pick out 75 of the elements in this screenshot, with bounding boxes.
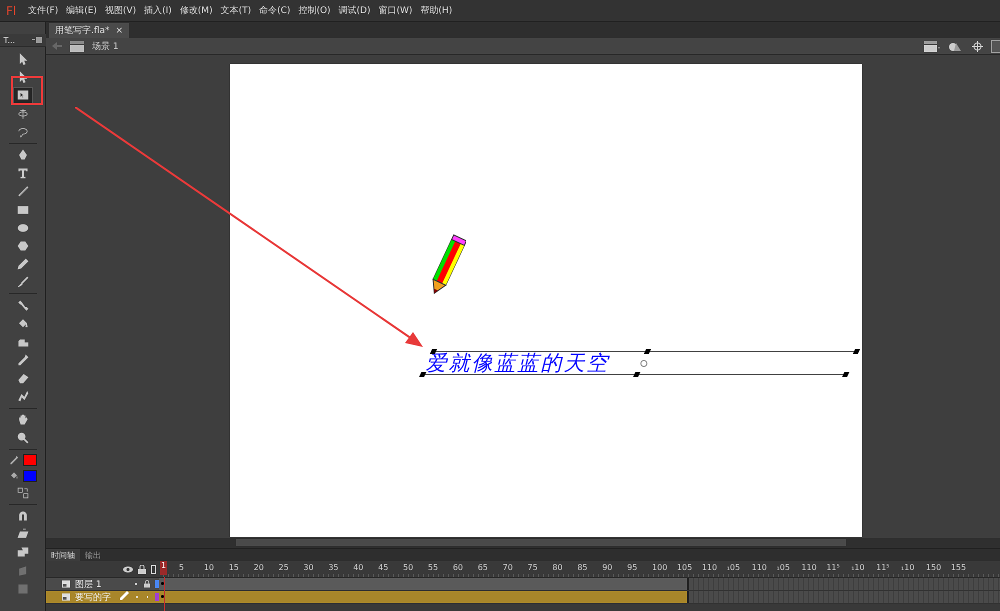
- menu-item[interactable]: 控制(O): [298, 4, 331, 17]
- menu-item[interactable]: 视图(V): [104, 4, 136, 17]
- pencil-icon[interactable]: [8, 454, 20, 466]
- frame-number: 155: [950, 563, 966, 572]
- pivot-point-icon[interactable]: [640, 360, 648, 367]
- frame-number: 11⁵: [826, 563, 840, 572]
- layer-color-icon[interactable]: [155, 593, 159, 601]
- close-icon[interactable]: ×: [116, 26, 124, 36]
- color-swatch[interactable]: [23, 470, 37, 482]
- frame-number: 25: [278, 563, 289, 572]
- frame-number: 5: [178, 563, 184, 572]
- frame-number: 150: [926, 563, 942, 572]
- frame-number: 45: [378, 563, 388, 572]
- frame-number: 30: [303, 563, 314, 572]
- frame-number: 1: [160, 561, 168, 575]
- document-tab[interactable]: 用笔写字.fla* ×: [49, 23, 130, 38]
- frame-number: 110: [702, 563, 718, 572]
- crosshair-icon[interactable]: [972, 40, 983, 52]
- lock-icon[interactable]: [138, 564, 146, 574]
- frame-number: 10: [204, 563, 214, 572]
- frame-number: 85: [577, 563, 588, 572]
- zoom-field[interactable]: [991, 40, 1000, 52]
- layer-color-icon[interactable]: [155, 580, 160, 588]
- layer-icon: [62, 593, 70, 601]
- clapperboard-icon[interactable]: [924, 40, 940, 52]
- menu-item[interactable]: 命令(C): [259, 4, 290, 17]
- menu-item[interactable]: 修改(M): [180, 4, 213, 17]
- panel-menu-icon[interactable]: [32, 37, 42, 43]
- layer-row[interactable]: 图层 1: [46, 578, 1000, 591]
- menu-item[interactable]: 帮助(H): [420, 4, 452, 17]
- frame-number: 105: [676, 563, 692, 572]
- layer-icon: [62, 580, 70, 588]
- frame-number: 70: [502, 563, 513, 572]
- swap-colors-icon[interactable]: [16, 486, 30, 500]
- lock-icon[interactable]: [144, 580, 150, 588]
- shapes-icon[interactable]: [948, 40, 964, 52]
- panel-tab[interactable]: 输出: [80, 549, 106, 561]
- clapperboard-icon: [70, 40, 84, 52]
- panel-tab[interactable]: 时间轴: [46, 549, 80, 561]
- frame-number: 95: [627, 563, 638, 572]
- frame-number: 40: [353, 563, 364, 572]
- stage-text[interactable]: 爱就像蓝蓝的天空: [425, 352, 610, 374]
- frame-number: ₁05: [776, 563, 790, 572]
- frame-number: 100: [652, 563, 668, 572]
- app-logo: Fl: [5, 4, 18, 18]
- layer-name[interactable]: 图层 1: [75, 578, 114, 590]
- highlight-box: [11, 76, 43, 105]
- scene-label[interactable]: 场景 1: [92, 40, 119, 52]
- frame-number: 110: [752, 563, 767, 572]
- frame-number: 60: [452, 563, 463, 572]
- frame-number: 15: [228, 563, 239, 572]
- menu-item[interactable]: 编辑(E): [66, 4, 97, 17]
- transform-tool-icon[interactable]: [12, 86, 32, 104]
- frame-number: 90: [602, 563, 612, 572]
- frame-number: 80: [552, 563, 563, 572]
- menu-item[interactable]: 调试(D): [338, 4, 370, 17]
- frame-number: 11⁵: [876, 563, 890, 572]
- frame-number: 55: [428, 563, 438, 572]
- frame-number: 35: [328, 563, 338, 572]
- menu-item[interactable]: 插入(I): [144, 4, 172, 17]
- frame-number: 65: [478, 563, 488, 572]
- frame-number: ₁10: [851, 563, 865, 572]
- outline-icon[interactable]: [151, 564, 156, 574]
- frame-number: 20: [254, 563, 264, 572]
- menu-item[interactable]: 文件(F): [28, 4, 58, 17]
- frame-number: ₁10: [901, 563, 914, 572]
- color-swatch[interactable]: [23, 454, 37, 466]
- eye-icon[interactable]: [123, 566, 133, 572]
- frame-number: 50: [403, 563, 414, 572]
- frame-number: 75: [528, 563, 538, 572]
- frame-number: 110: [801, 563, 817, 572]
- menu-item[interactable]: 窗口(W): [378, 4, 412, 17]
- menu-item[interactable]: 文本(T): [220, 4, 252, 17]
- frame-number: ₁05: [726, 563, 740, 572]
- horizontal-scrollbar[interactable]: [46, 538, 1000, 549]
